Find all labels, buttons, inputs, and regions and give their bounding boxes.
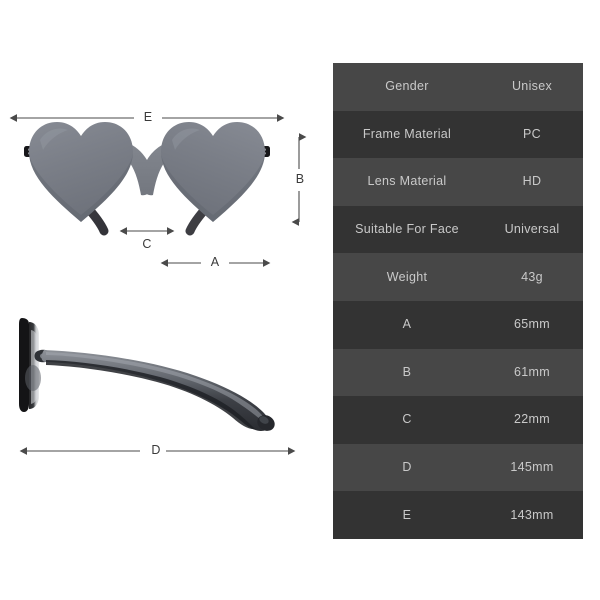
spec-value: 65mm (514, 317, 550, 332)
spec-value: 145mm (510, 460, 554, 475)
spec-value: 22mm (514, 412, 550, 427)
sunglasses-diagram-svg (9, 114, 307, 455)
table-row: Suitable For Face Universal (333, 205, 583, 254)
spec-value: HD (522, 174, 542, 189)
spec-value: Unisex (511, 79, 552, 94)
spec-value: 43g (521, 269, 543, 284)
spec-value: 143mm (510, 507, 554, 522)
spec-label: Frame Material (362, 126, 452, 141)
side-view-glasses (19, 318, 275, 431)
spec-value: PC (523, 126, 541, 141)
table-row: Weight 43g (333, 253, 583, 301)
table-row: Frame Material PC (333, 110, 583, 159)
specification-table: Gender Unisex Frame Material PC Lens Mat… (333, 63, 583, 539)
spec-label: B (402, 364, 412, 379)
table-row: Gender Unisex (333, 63, 583, 111)
spec-label: Gender (385, 79, 429, 94)
dimension-label-e: E (143, 110, 153, 124)
spec-label: D (402, 460, 412, 475)
spec-label: Weight (386, 269, 428, 284)
table-row: B 61mm (333, 348, 583, 397)
spec-value: Universal (504, 222, 560, 237)
product-spec-page: E B C A D Gender Unisex Frame Material P… (0, 0, 600, 600)
dimension-label-d: D (151, 443, 161, 457)
spec-label: Lens Material (367, 174, 447, 189)
dimension-label-b: B (295, 172, 305, 186)
table-row: C 22mm (333, 396, 583, 444)
table-row: A 65mm (333, 300, 583, 349)
dimension-label-c: C (142, 237, 152, 251)
table-row: E 143mm (333, 491, 583, 539)
table-row: Lens Material HD (333, 158, 583, 206)
front-view-glasses (24, 122, 270, 236)
product-diagram-panel: E B C A D (0, 0, 325, 600)
spec-label: E (402, 507, 412, 522)
spec-label: C (402, 412, 412, 427)
spec-label: A (402, 317, 412, 332)
spec-value: 61mm (514, 364, 550, 379)
spec-label: Suitable For Face (355, 222, 459, 237)
dimension-label-a: A (210, 255, 220, 269)
table-row: D 145mm (333, 443, 583, 492)
